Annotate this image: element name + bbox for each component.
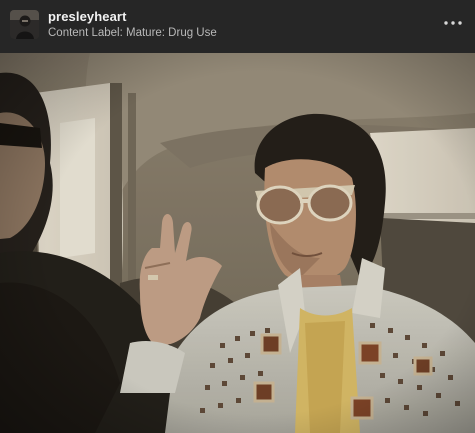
username[interactable]: presleyheart (48, 9, 127, 24)
post-card: presleyheart Content Label: Mature: Drug… (0, 0, 475, 433)
more-options-button[interactable] (441, 13, 465, 33)
post-photo[interactable] (0, 53, 475, 433)
more-dots-icon (444, 21, 462, 25)
avatar[interactable] (10, 10, 39, 39)
user-avatar-icon (10, 10, 39, 39)
photo-image (0, 53, 475, 433)
content-label: Content Label: Mature: Drug Use (48, 27, 217, 39)
post-header: presleyheart Content Label: Mature: Drug… (0, 0, 475, 53)
